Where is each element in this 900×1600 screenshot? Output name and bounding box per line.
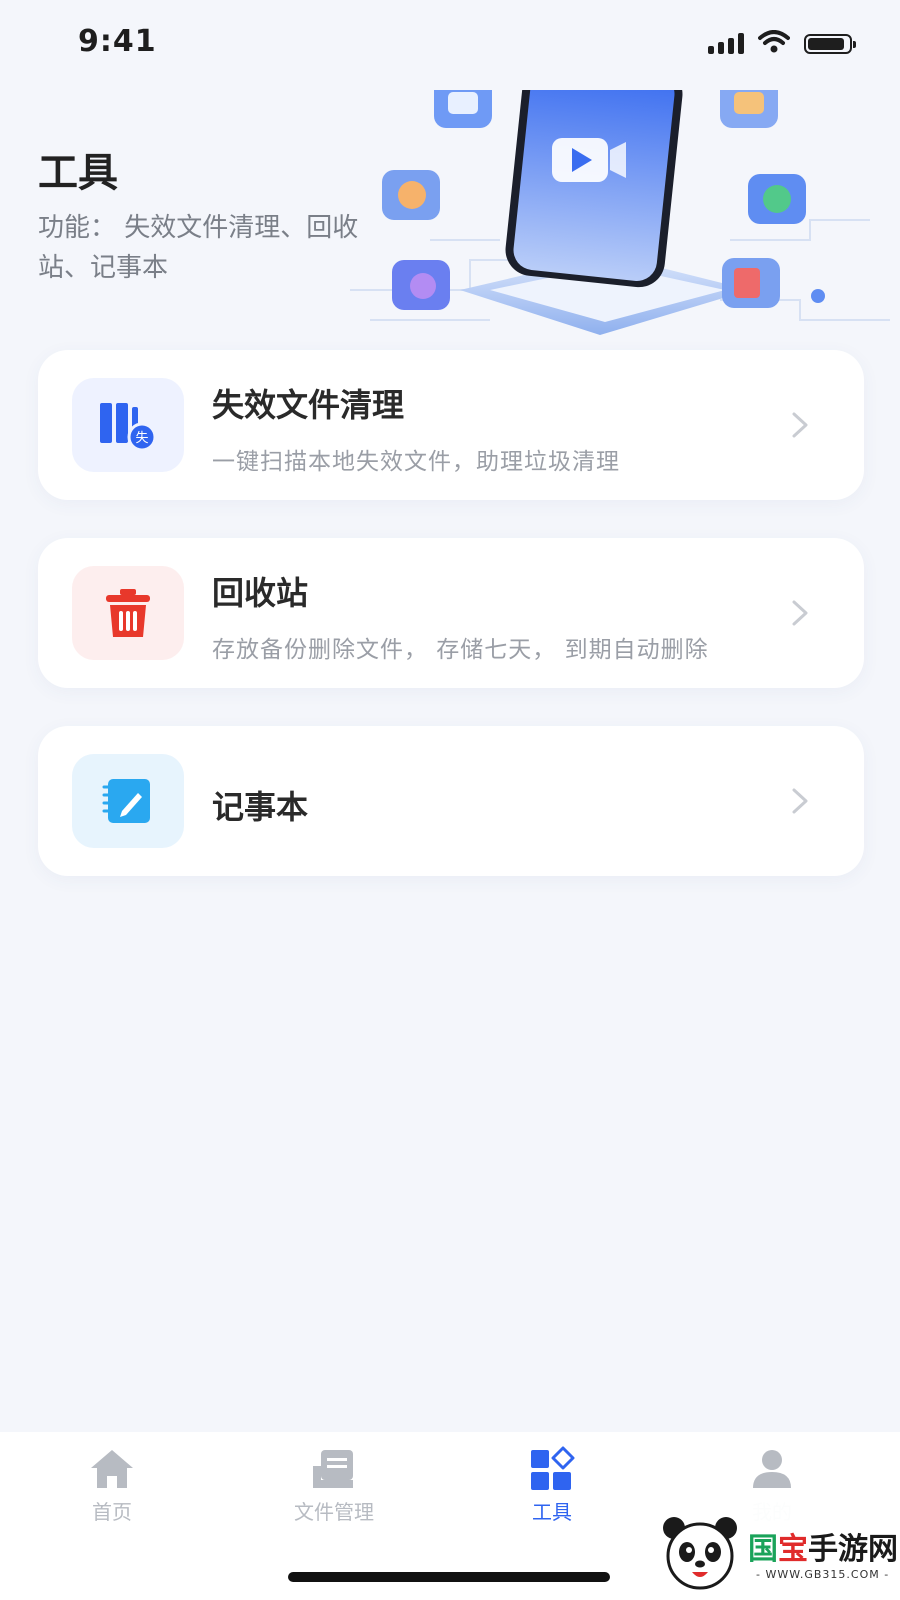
watermark-url: - WWW.GB315.COM - — [756, 1568, 890, 1581]
home-icon — [91, 1450, 133, 1488]
card-subtitle: 存放备份删除文件， 存储七天， 到期自动删除 — [212, 637, 709, 663]
status-time: 9:41 — [78, 24, 157, 59]
trash-icon — [72, 566, 184, 660]
status-bar: 9:41 — [0, 0, 900, 90]
tab-tools[interactable]: 工具 — [472, 1446, 632, 1525]
page-title: 工具 — [38, 150, 118, 196]
battery-icon — [804, 34, 856, 54]
file-manager-icon — [313, 1450, 353, 1488]
tab-label: 工具 — [532, 1500, 572, 1524]
card-subtitle: 一键扫描本地失效文件，助理垃圾清理 — [212, 449, 620, 475]
tools-icon — [531, 1446, 575, 1490]
page-description: 功能： 失效文件清理、回收站、记事本 — [38, 213, 359, 283]
svg-text:失: 失 — [135, 431, 148, 446]
chevron-right-icon — [792, 600, 808, 626]
tab-file-manager[interactable]: 文件管理 — [254, 1446, 414, 1525]
signal-icon — [708, 32, 744, 54]
site-watermark: 国宝手游网 - WWW.GB315.COM - — [648, 1502, 900, 1600]
card-title: 失效文件清理 — [212, 386, 405, 424]
tab-label: 文件管理 — [294, 1500, 374, 1524]
watermark-name: 国宝手游网 — [748, 1532, 898, 1567]
chevron-right-icon — [792, 788, 808, 814]
tools-header: 工具 功能： 失效文件清理、回收站、记事本 — [0, 90, 900, 350]
tab-home[interactable]: 首页 — [32, 1446, 192, 1525]
notebook-icon — [72, 754, 184, 848]
wifi-icon — [758, 30, 790, 53]
chevron-right-icon — [792, 412, 808, 438]
tab-label: 首页 — [92, 1500, 132, 1524]
card-title: 记事本 — [212, 788, 309, 826]
recycle-bin-card[interactable]: 回收站 存放备份删除文件， 存储七天， 到期自动删除 — [38, 538, 864, 688]
home-indicator — [288, 1572, 610, 1582]
status-icons — [708, 30, 856, 54]
invalid-file-icon: 失 — [72, 378, 184, 472]
card-title: 回收站 — [212, 574, 309, 612]
invalid-file-cleanup-card[interactable]: 失 失效文件清理 一键扫描本地失效文件，助理垃圾清理 — [38, 350, 864, 500]
panda-logo-icon — [663, 1517, 737, 1590]
phone-illustration-icon — [350, 90, 890, 335]
user-icon — [753, 1450, 791, 1488]
notebook-card[interactable]: 记事本 — [38, 726, 864, 876]
